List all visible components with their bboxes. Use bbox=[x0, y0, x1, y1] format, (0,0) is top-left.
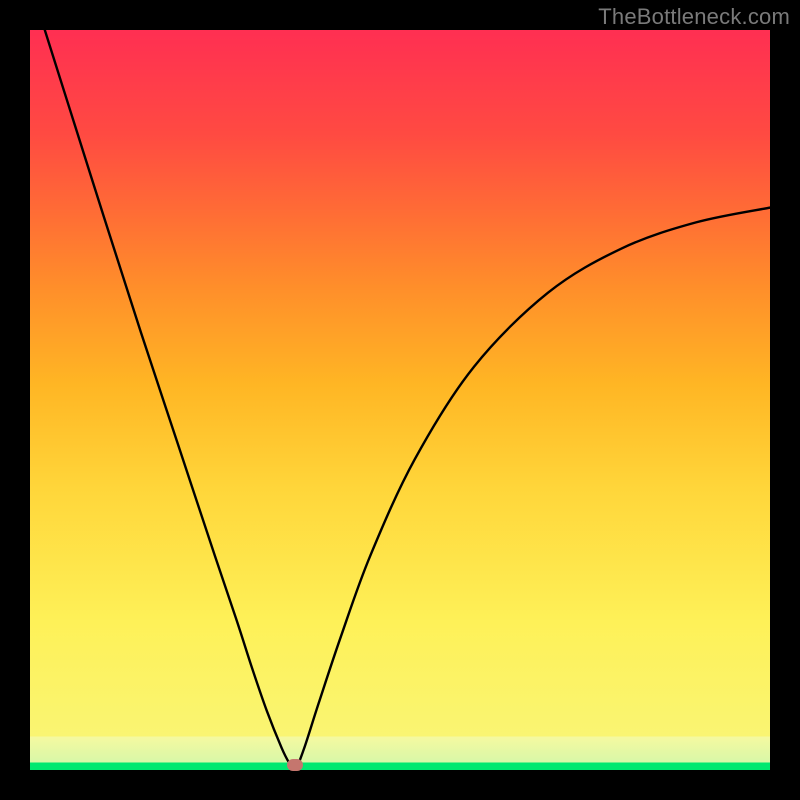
bottleneck-curve bbox=[45, 30, 770, 770]
watermark-text: TheBottleneck.com bbox=[598, 4, 790, 30]
curve-layer bbox=[30, 30, 770, 770]
optimum-marker bbox=[287, 759, 303, 771]
chart-frame: TheBottleneck.com bbox=[0, 0, 800, 800]
